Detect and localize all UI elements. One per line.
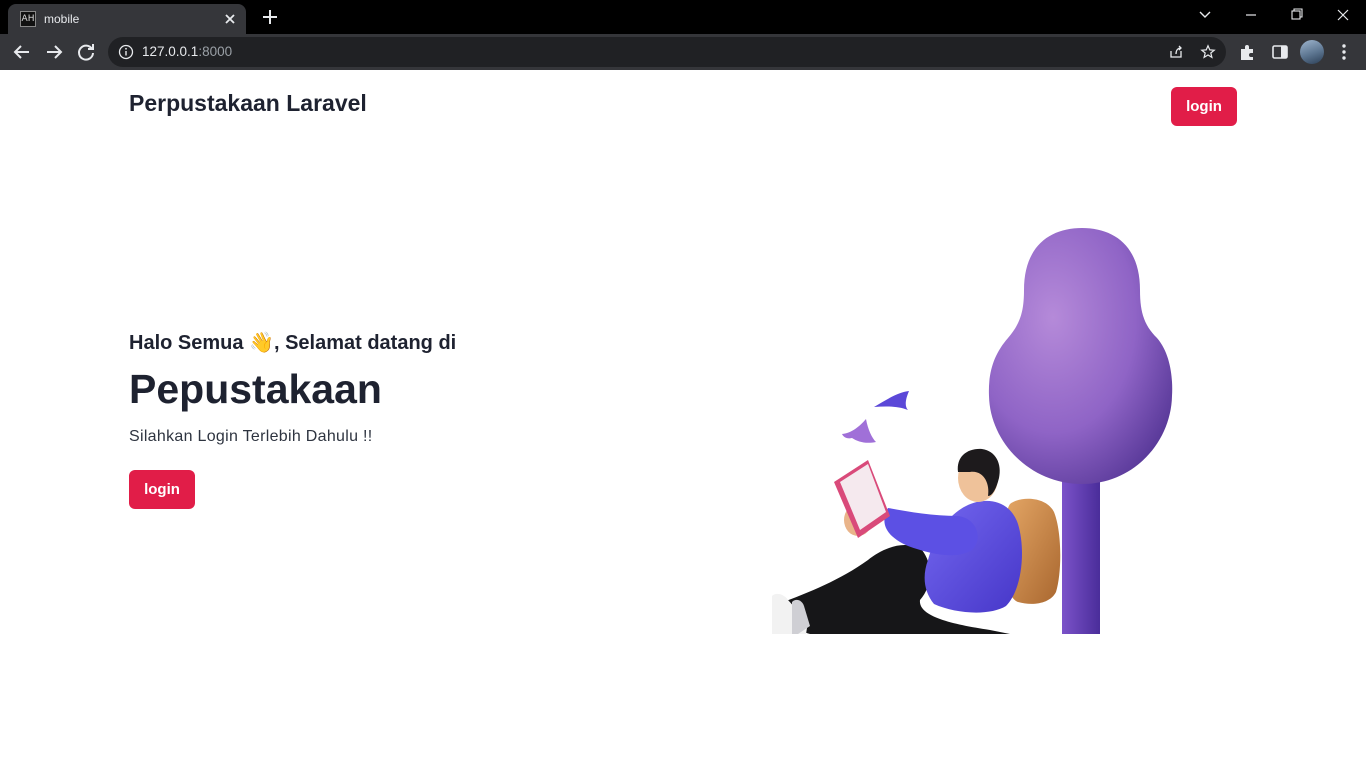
info-icon[interactable] [118,44,134,60]
page-content: Perpustakaan Laravel login Halo Semua 👋,… [0,70,1366,768]
hero-subtitle: Silahkan Login Terlebih Dahulu !! [129,428,373,445]
tab-search-button[interactable] [1182,2,1228,28]
restore-button[interactable] [1274,2,1320,28]
navbar-login-button[interactable]: login [1171,87,1237,126]
plus-icon [263,10,277,24]
new-tab-button[interactable] [258,5,282,29]
greeting-text-start: Halo Semua [129,332,250,354]
greeting-text-end: , Selamat datang di [273,332,457,354]
kebab-menu-icon[interactable] [1334,42,1354,62]
bird-shape [842,419,876,443]
site-brand[interactable]: Perpustakaan Laravel [129,89,367,117]
tab-title: mobile [44,12,80,26]
tree-trunk [1062,470,1100,634]
url-text: 127.0.0.1:8000 [142,44,232,60]
reload-icon [78,44,94,61]
hero-login-button[interactable]: login [129,470,195,509]
hero-greeting: Halo Semua 👋, Selamat datang di [129,328,456,357]
sidepanel-icon[interactable] [1270,42,1290,62]
avatar[interactable] [1300,40,1324,64]
restore-icon [1291,8,1303,20]
url-host: 127.0.0.1 [142,44,199,59]
star-icon[interactable] [1200,44,1216,60]
minimize-icon [1246,14,1256,16]
back-button[interactable] [8,38,36,66]
browser-tab-strip: AH mobile [0,0,1366,34]
tab-favicon: AH [20,11,36,27]
puzzle-icon[interactable] [1238,42,1258,62]
hero-title: Pepustakaan [129,366,382,412]
share-icon[interactable] [1168,44,1184,60]
reload-button[interactable] [72,38,100,66]
browser-tab[interactable]: AH mobile [8,4,246,34]
chevron-down-icon [1199,11,1211,18]
forward-button[interactable] [40,38,68,66]
tree-canopy [988,228,1173,484]
back-arrow-icon [13,45,29,59]
waving-hand-icon: 👋 [249,330,274,354]
close-icon [1337,9,1349,21]
reading-person-illustration [772,228,1173,634]
minimize-button[interactable] [1228,2,1274,28]
browser-toolbar: 127.0.0.1:8000 [0,34,1366,70]
bird-shape [874,391,909,410]
window-close-button[interactable] [1320,2,1366,28]
forward-arrow-icon [47,45,63,59]
url-port: :8000 [198,44,233,59]
address-bar[interactable]: 127.0.0.1:8000 [108,37,1226,67]
close-icon[interactable] [220,9,240,29]
